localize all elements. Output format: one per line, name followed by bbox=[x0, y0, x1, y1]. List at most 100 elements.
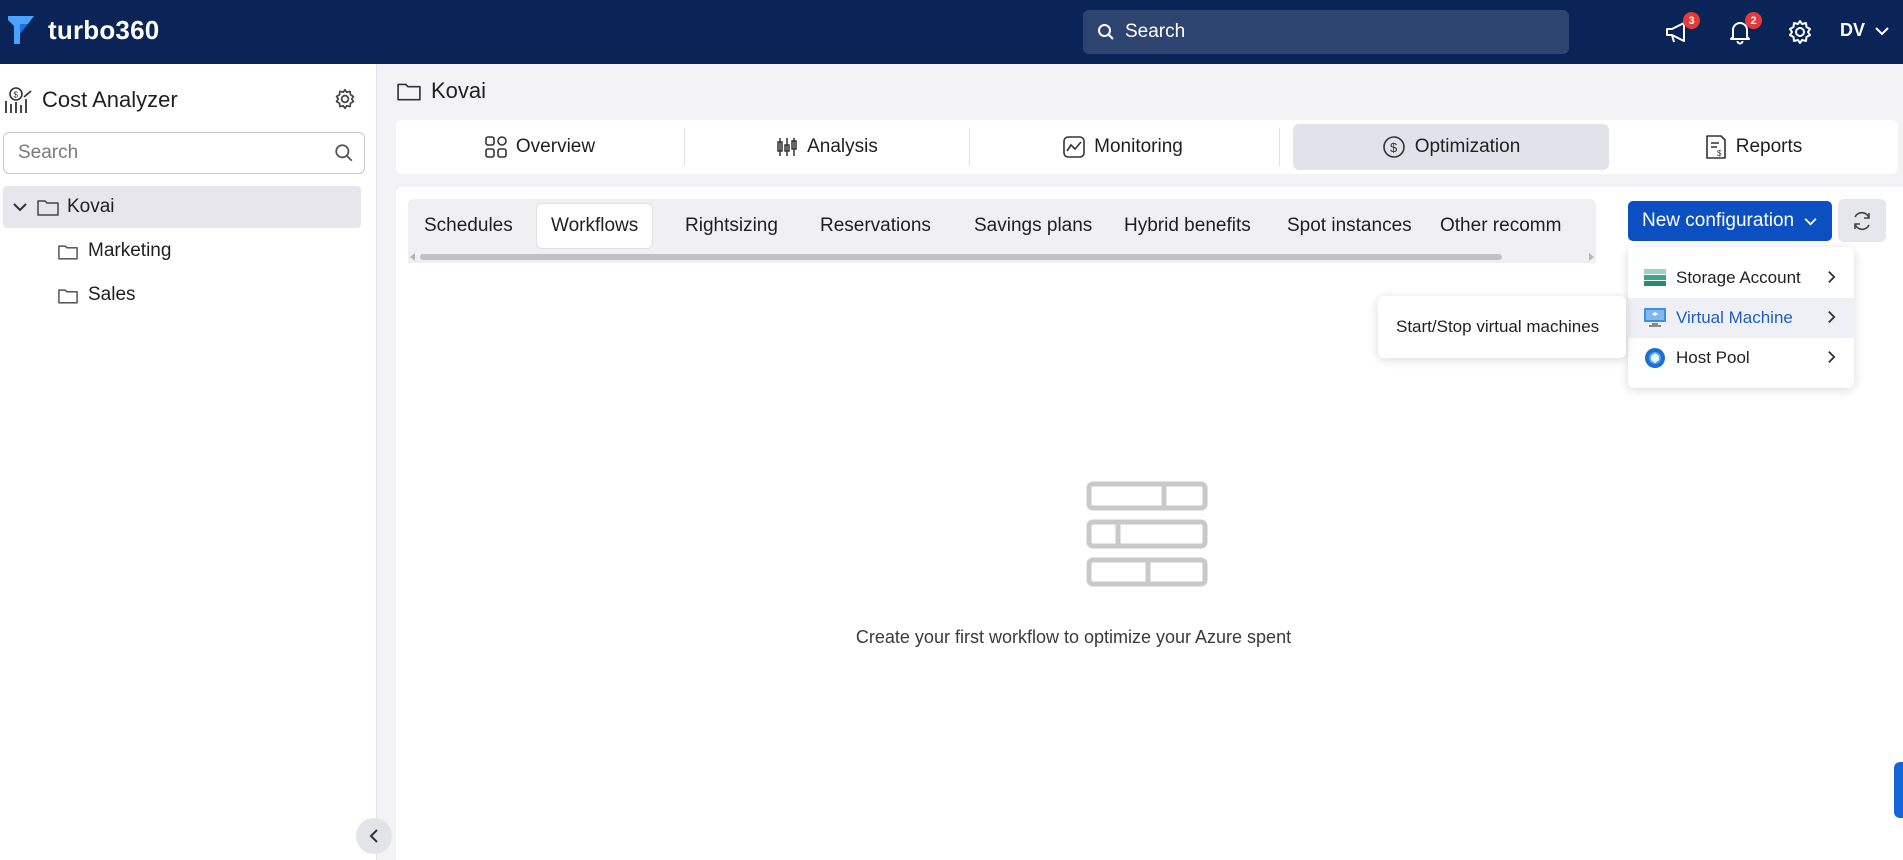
empty-state-message: Create your first workflow to optimize y… bbox=[855, 627, 1292, 647]
subtab-savings-plans[interactable]: Savings plans bbox=[974, 203, 1092, 249]
menu-item-label: Virtual Machine bbox=[1676, 308, 1793, 327]
dollar-circle-icon: $ bbox=[1382, 136, 1405, 158]
folder-icon bbox=[397, 83, 421, 101]
chevron-right-icon bbox=[1828, 270, 1836, 284]
scrollbar-thumb[interactable] bbox=[420, 254, 1502, 260]
user-initials: DV bbox=[1840, 20, 1866, 40]
subtab-reservations[interactable]: Reservations bbox=[820, 203, 931, 249]
tab-label: Reports bbox=[1735, 136, 1803, 157]
chevron-left-icon bbox=[369, 829, 378, 843]
tree-item-sales[interactable]: Sales bbox=[58, 280, 136, 310]
sidebar-search-placeholder: Search bbox=[18, 142, 79, 163]
tree-item-marketing[interactable]: Marketing bbox=[58, 236, 171, 266]
subtab-workflows[interactable]: Workflows bbox=[536, 203, 654, 249]
sub-tabs: Schedules Workflows Rightsizing Reservat… bbox=[408, 199, 1596, 251]
subtab-spot-instances[interactable]: Spot instances bbox=[1287, 203, 1412, 249]
tree-item-label: Marketing bbox=[88, 240, 172, 261]
tab-label: Analysis bbox=[807, 136, 878, 157]
subtab-rightsizing[interactable]: Rightsizing bbox=[685, 203, 778, 249]
virtual-machine-submenu: Start/Stop virtual machines bbox=[1378, 296, 1626, 358]
tab-optimization[interactable]: $ Optimization bbox=[1293, 124, 1609, 170]
refresh-button[interactable] bbox=[1838, 199, 1886, 242]
subtab-label: Spot instances bbox=[1287, 215, 1412, 236]
new-configuration-button[interactable]: New configuration bbox=[1628, 201, 1832, 241]
candlestick-icon bbox=[777, 138, 797, 156]
menu-item-storage-account[interactable]: Storage Account bbox=[1628, 258, 1854, 298]
tree-item-kovai[interactable]: Kovai bbox=[3, 186, 361, 228]
notifications-button[interactable]: 2 bbox=[1724, 12, 1762, 48]
announcements-button[interactable]: 3 bbox=[1662, 12, 1700, 48]
search-icon bbox=[1098, 24, 1114, 40]
chevron-right-icon bbox=[1828, 350, 1836, 364]
tab-overview[interactable]: Overview bbox=[396, 124, 684, 170]
new-configuration-label: New configuration bbox=[1642, 210, 1795, 231]
folder-icon bbox=[58, 288, 78, 303]
chevron-right-icon bbox=[1828, 310, 1836, 324]
chevron-down-icon[interactable] bbox=[13, 202, 27, 212]
global-search-input[interactable]: Search bbox=[1083, 10, 1569, 54]
subtab-label: Reservations bbox=[820, 215, 931, 236]
gear-icon bbox=[1789, 20, 1811, 44]
user-menu[interactable]: DV bbox=[1840, 20, 1889, 41]
tree-item-label: Sales bbox=[88, 284, 136, 305]
subtab-label: Schedules bbox=[424, 215, 513, 236]
chevron-down-icon bbox=[1875, 26, 1889, 35]
menu-item-label: Storage Account bbox=[1676, 268, 1801, 287]
settings-button[interactable] bbox=[1784, 16, 1816, 48]
collapse-sidebar-button[interactable] bbox=[356, 818, 392, 854]
tab-divider bbox=[1279, 128, 1280, 166]
global-search-placeholder: Search bbox=[1125, 21, 1186, 42]
refresh-icon bbox=[1854, 211, 1870, 230]
sidebar-search-input[interactable]: Search bbox=[3, 132, 365, 174]
chevron-down-icon bbox=[1804, 217, 1817, 225]
new-configuration-menu: Storage Account Virtual Machine Host Poo… bbox=[1628, 247, 1854, 388]
tab-label: Overview bbox=[515, 136, 596, 157]
tab-label: Optimization bbox=[1414, 136, 1521, 157]
notifications-badge: 2 bbox=[1745, 12, 1762, 29]
host-pool-icon bbox=[1645, 348, 1665, 368]
svg-text:$: $ bbox=[14, 91, 19, 100]
virtual-machine-icon bbox=[1644, 308, 1666, 327]
submenu-item-start-stop-vms[interactable]: Start/Stop virtual machines bbox=[1396, 317, 1599, 337]
tab-label: Monitoring bbox=[1094, 136, 1183, 157]
tab-analysis[interactable]: Analysis bbox=[685, 124, 969, 170]
empty-workflows-illustration bbox=[1086, 481, 1208, 587]
top-navbar: turbo360 Search 3 2 DV bbox=[0, 0, 1903, 64]
grid-icon bbox=[485, 136, 507, 158]
sidebar: $ Cost Analyzer Search Kovai Marketing S… bbox=[0, 64, 377, 860]
folder-icon bbox=[58, 244, 78, 259]
brand-name: turbo360 bbox=[48, 14, 160, 45]
subtab-label: Workflows bbox=[551, 215, 639, 236]
optimization-panel: Schedules Workflows Rightsizing Reservat… bbox=[396, 187, 1903, 860]
brand-logo[interactable]: turbo360 bbox=[6, 14, 159, 46]
storage-account-icon bbox=[1644, 269, 1666, 286]
breadcrumb: Kovai bbox=[397, 78, 486, 104]
sidebar-header: $ Cost Analyzer bbox=[4, 84, 364, 116]
svg-text:$: $ bbox=[1390, 140, 1398, 155]
menu-item-host-pool[interactable]: Host Pool bbox=[1628, 338, 1854, 378]
folder-icon bbox=[37, 200, 59, 216]
monitoring-chart-icon bbox=[1063, 136, 1085, 158]
menu-item-label: Host Pool bbox=[1676, 348, 1750, 367]
page-title: Kovai bbox=[431, 78, 487, 103]
announcements-badge: 3 bbox=[1683, 12, 1700, 29]
sidebar-settings-button[interactable] bbox=[334, 88, 356, 115]
turbo360-logo-icon bbox=[8, 16, 34, 44]
subtab-hybrid-benefits[interactable]: Hybrid benefits bbox=[1124, 203, 1251, 249]
subtab-label: Rightsizing bbox=[685, 215, 778, 236]
subtab-label: Hybrid benefits bbox=[1124, 215, 1251, 236]
subtab-label: Other recomm bbox=[1440, 215, 1562, 236]
scroll-left-icon[interactable] bbox=[410, 253, 416, 261]
cost-analyzer-icon: $ bbox=[5, 87, 32, 113]
main-tabs: Overview Analysis Monitoring $ Optimizat… bbox=[396, 120, 1898, 174]
tab-monitoring[interactable]: Monitoring bbox=[970, 124, 1276, 170]
scroll-right-icon[interactable] bbox=[1588, 253, 1594, 261]
tab-reports[interactable]: $ Reports bbox=[1609, 124, 1898, 170]
svg-text:$: $ bbox=[1717, 149, 1722, 158]
subtabs-scrollbar[interactable] bbox=[408, 251, 1596, 263]
menu-item-virtual-machine[interactable]: Virtual Machine bbox=[1628, 298, 1854, 338]
feedback-tab[interactable] bbox=[1894, 762, 1903, 818]
subtab-other-recommendations[interactable]: Other recomm bbox=[1440, 203, 1561, 249]
report-icon: $ bbox=[1705, 135, 1726, 159]
subtab-schedules[interactable]: Schedules bbox=[424, 203, 513, 249]
